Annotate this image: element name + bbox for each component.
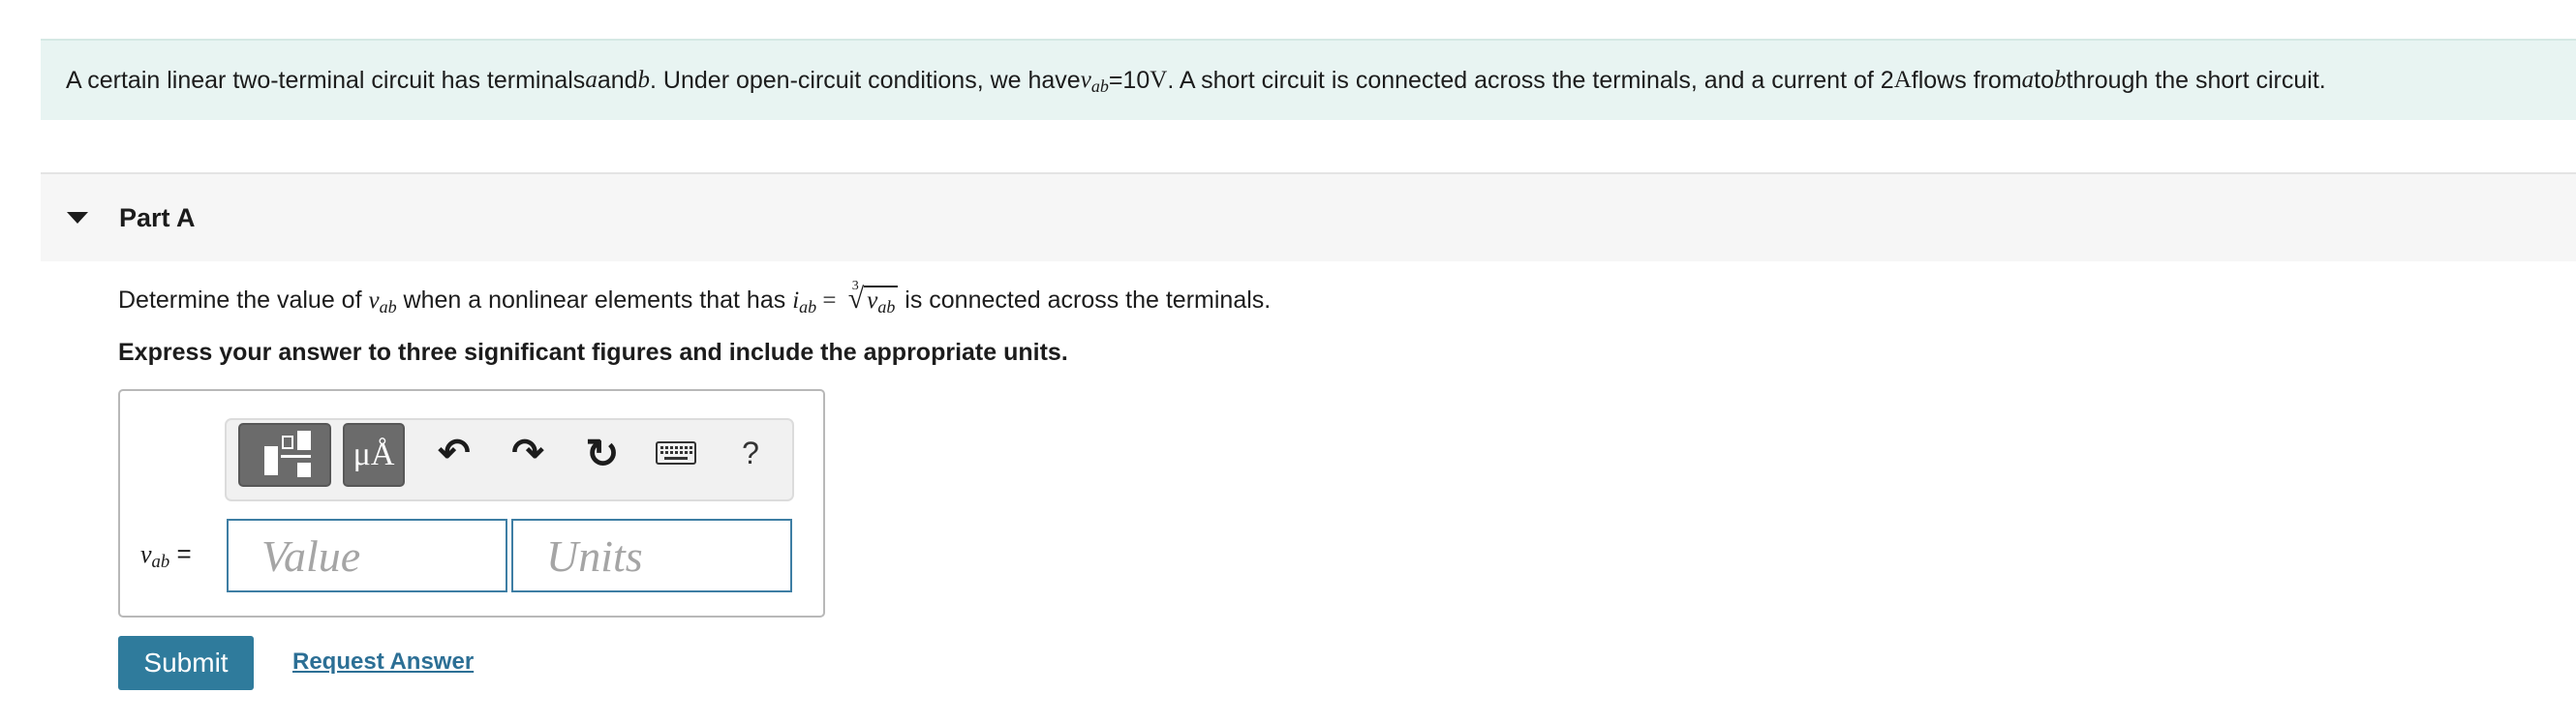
amp-unit: A [1893, 67, 1912, 93]
problem-text: to [2034, 66, 2055, 94]
keyboard-icon [656, 441, 696, 465]
problem-text: =10 [1108, 66, 1150, 94]
problem-text: flows from [1911, 66, 2022, 94]
request-answer-link[interactable]: Request Answer [292, 649, 474, 676]
collapse-caret-icon[interactable] [67, 212, 88, 224]
vab-symbol: vab [368, 287, 397, 317]
keyboard-button[interactable] [653, 421, 699, 485]
cube-root-expression: 3 √ vab [848, 279, 899, 316]
undo-icon: ↶ [438, 432, 471, 474]
terminal-a: a [585, 67, 598, 93]
question-text: Determine the value of vab when a nonlin… [118, 279, 1272, 317]
problem-text: through the short circuit. [2066, 66, 2326, 94]
value-input[interactable]: Value [227, 519, 507, 592]
help-icon: ? [742, 435, 759, 470]
reset-button[interactable]: ↻ [579, 421, 626, 485]
problem-text: A certain linear two-terminal circuit ha… [66, 66, 586, 94]
help-button[interactable]: ? [728, 421, 773, 485]
reset-icon: ↻ [585, 430, 620, 476]
iab-symbol: iab [792, 287, 817, 317]
part-title: Part A [119, 202, 196, 232]
answer-label: vab = [140, 539, 192, 573]
value-placeholder: Value [261, 530, 361, 581]
units-input[interactable]: Units [511, 519, 792, 592]
units-button[interactable]: μÅ [343, 423, 405, 487]
units-placeholder: Units [546, 530, 643, 581]
templates-button[interactable] [238, 423, 331, 487]
part-header[interactable]: Part A [41, 174, 2576, 261]
redo-button[interactable]: ↷ [506, 421, 550, 485]
problem-statement: A certain linear two-terminal circuit ha… [41, 39, 2576, 120]
redo-icon: ↷ [511, 432, 544, 474]
problem-text: . A short circuit is connected across th… [1167, 66, 1894, 94]
problem-text: and [597, 66, 638, 94]
submit-button[interactable]: Submit [118, 636, 254, 690]
units-symbol-icon: μÅ [353, 437, 395, 472]
terminal-b: b [637, 67, 651, 93]
volt-unit: V [1150, 67, 1168, 93]
terminal-a: a [2021, 67, 2035, 93]
instruction-text: Express your answer to three significant… [118, 339, 1068, 366]
undo-button[interactable]: ↶ [432, 421, 476, 485]
templates-icon [264, 431, 311, 477]
vab-symbol: vab [1080, 67, 1109, 97]
problem-text: . Under open-circuit conditions, we have [650, 66, 1081, 94]
terminal-b: b [2054, 67, 2067, 93]
